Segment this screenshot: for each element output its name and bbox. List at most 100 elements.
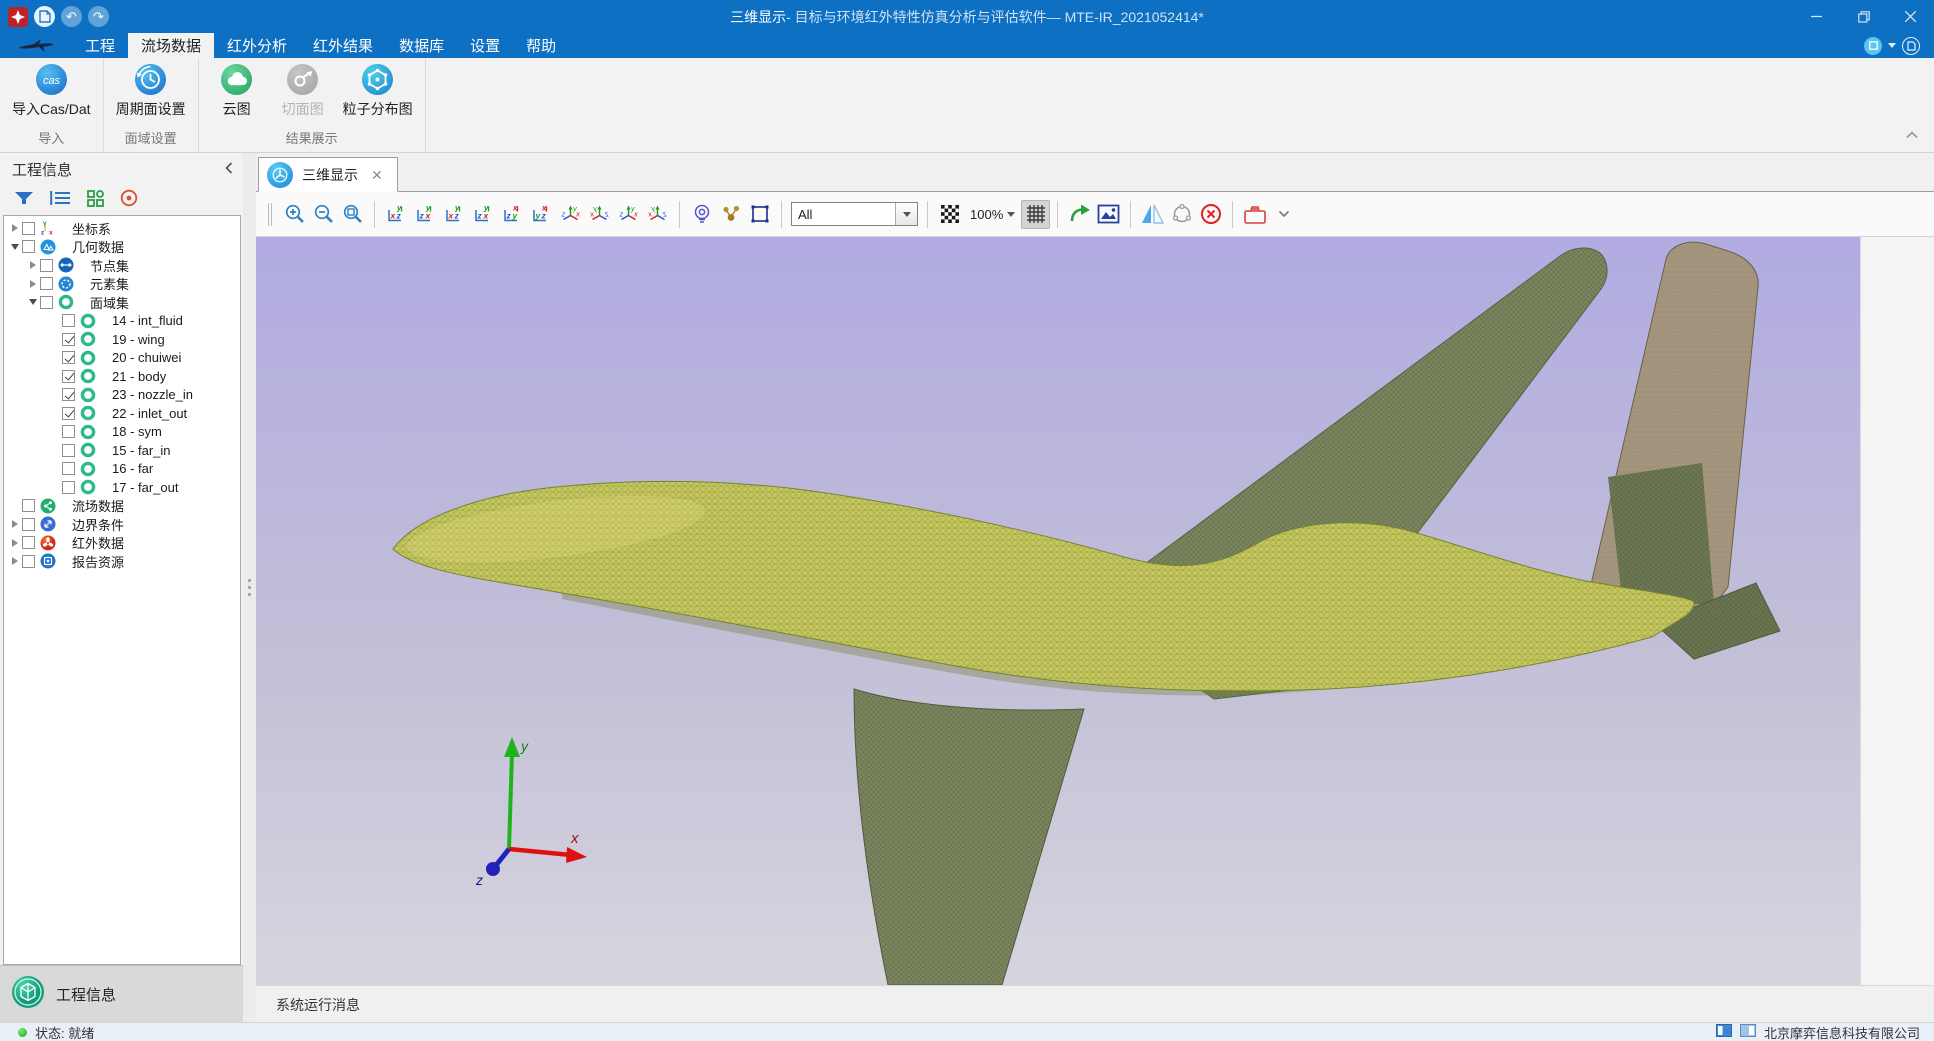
tree-checkbox[interactable]: [62, 462, 75, 475]
target-icon[interactable]: [120, 189, 138, 212]
tree-checkbox[interactable]: [40, 296, 53, 309]
tree-row[interactable]: 流场数据: [4, 497, 240, 516]
close-button[interactable]: [1887, 0, 1934, 33]
tree-row[interactable]: 红外数据: [4, 534, 240, 553]
tree-row[interactable]: 19 - wing: [4, 330, 240, 349]
toolbar-drag-handle[interactable]: [268, 203, 272, 226]
iso-2-button[interactable]: y x z: [585, 200, 614, 229]
checkerboard-button[interactable]: [935, 200, 964, 229]
tree-expand-icon[interactable]: [8, 557, 22, 565]
tree-checkbox[interactable]: [62, 333, 75, 346]
menu-tab-4[interactable]: 数据库: [386, 33, 457, 58]
zoom-fit-button[interactable]: [338, 200, 367, 229]
tree-label[interactable]: 21 - body: [112, 369, 166, 384]
combobox-dropdown-icon[interactable]: [895, 203, 917, 225]
minimize-button[interactable]: [1793, 0, 1840, 33]
tree-expand-icon[interactable]: [8, 224, 22, 232]
tree-checkbox[interactable]: [62, 407, 75, 420]
tree-checkbox[interactable]: [62, 388, 75, 401]
tab-3d-display[interactable]: 三维显示 ✕: [258, 157, 398, 192]
tree-row[interactable]: 节点集: [4, 256, 240, 275]
tree-label[interactable]: 14 - int_fluid: [112, 313, 183, 328]
ribbon-button-cloud[interactable]: 云图: [211, 64, 263, 119]
display-filter-combobox[interactable]: All: [791, 202, 918, 226]
tree-expand-icon[interactable]: [8, 244, 22, 250]
tree-row[interactable]: 几何数据: [4, 238, 240, 257]
lasso-button[interactable]: [1167, 200, 1196, 229]
grid-button[interactable]: [1021, 200, 1050, 229]
iso-4-button[interactable]: y x z: [643, 200, 672, 229]
tree-checkbox[interactable]: [62, 481, 75, 494]
help-about-button[interactable]: [1902, 37, 1920, 55]
view-back-button[interactable]: z x y: [411, 200, 440, 229]
tree-checkbox[interactable]: [62, 425, 75, 438]
tree-expand-icon[interactable]: [26, 280, 40, 288]
tree-label[interactable]: 18 - sym: [112, 424, 162, 439]
restore-button[interactable]: [1840, 0, 1887, 33]
tree-label[interactable]: 20 - chuiwei: [112, 350, 181, 365]
tree-expand-icon[interactable]: [26, 261, 40, 269]
ribbon-button-clock[interactable]: 周期面设置: [116, 64, 186, 119]
tree-checkbox[interactable]: [22, 555, 35, 568]
menu-tab-5[interactable]: 设置: [457, 33, 513, 58]
tree-expand-icon[interactable]: [26, 299, 40, 305]
mirror-button[interactable]: [1138, 200, 1167, 229]
tree-checkbox[interactable]: [40, 277, 53, 290]
tree-checkbox[interactable]: [40, 259, 53, 272]
tree-expand-icon[interactable]: [8, 539, 22, 547]
tree-row[interactable]: 报告资源: [4, 552, 240, 571]
menu-tab-3[interactable]: 红外结果: [300, 33, 386, 58]
grid-view-icon[interactable]: [87, 190, 104, 212]
tree-row[interactable]: 17 - far_out: [4, 478, 240, 497]
style-dropdown-icon[interactable]: [1888, 43, 1896, 48]
tree-expand-icon[interactable]: [8, 520, 22, 528]
tree-label[interactable]: 几何数据: [72, 237, 124, 256]
tree-row[interactable]: 20 - chuiwei: [4, 349, 240, 368]
tree-row[interactable]: 16 - far: [4, 460, 240, 479]
undo-button[interactable]: ↶: [61, 6, 82, 27]
tree-label[interactable]: 坐标系: [72, 219, 111, 238]
view-top-button[interactable]: z y x: [498, 200, 527, 229]
ribbon-button-particle[interactable]: 粒子分布图: [343, 64, 413, 119]
zoom-out-button[interactable]: [309, 200, 338, 229]
tree-row[interactable]: 23 - nozzle_in: [4, 386, 240, 405]
tree-label[interactable]: 16 - far: [112, 461, 153, 476]
menu-tab-1[interactable]: 流场数据: [128, 33, 214, 58]
tree-label[interactable]: 17 - far_out: [112, 480, 179, 495]
tree-row[interactable]: 15 - far_in: [4, 441, 240, 460]
ribbon-button-cas[interactable]: cas导入Cas/Dat: [12, 64, 91, 119]
list-view-icon[interactable]: [50, 190, 71, 211]
window-toggle-icon[interactable]: [1740, 1024, 1756, 1040]
tree-label[interactable]: 19 - wing: [112, 332, 165, 347]
toolbox-button[interactable]: [1240, 200, 1269, 229]
tree-checkbox[interactable]: [62, 314, 75, 327]
panel-collapse-icon[interactable]: [225, 161, 233, 178]
view-bottom-button[interactable]: y z x: [527, 200, 556, 229]
tree-row[interactable]: Y z x坐标系: [4, 219, 240, 238]
tree-label[interactable]: 22 - inlet_out: [112, 406, 187, 421]
tree-label[interactable]: 15 - far_in: [112, 443, 171, 458]
view-right-button[interactable]: z x y: [469, 200, 498, 229]
filter-icon[interactable]: [14, 190, 34, 211]
tree-checkbox[interactable]: [22, 536, 35, 549]
assembly-button[interactable]: [716, 200, 745, 229]
tree-checkbox[interactable]: [22, 518, 35, 531]
tree-label[interactable]: 节点集: [90, 256, 129, 275]
ribbon-collapse-icon[interactable]: [1906, 126, 1918, 144]
tree-row[interactable]: 14 - int_fluid: [4, 312, 240, 331]
tree-label[interactable]: 红外数据: [72, 533, 124, 552]
panel-splitter[interactable]: [243, 153, 256, 1022]
viewport-3d[interactable]: x y z: [256, 237, 1860, 985]
style-button[interactable]: [1864, 37, 1882, 55]
tree-row[interactable]: 22 - inlet_out: [4, 404, 240, 423]
tree-row[interactable]: 元素集: [4, 275, 240, 294]
tree-checkbox[interactable]: [22, 499, 35, 512]
iso-3-button[interactable]: y x z: [614, 200, 643, 229]
export-arrow-button[interactable]: [1065, 200, 1094, 229]
tree-checkbox[interactable]: [62, 351, 75, 364]
layout-toggle-icon[interactable]: [1716, 1024, 1732, 1040]
zoom-level-dropdown[interactable]: 100%: [964, 207, 1021, 222]
tree-checkbox[interactable]: [62, 444, 75, 457]
iso-1-button[interactable]: y x z: [556, 200, 585, 229]
snapshot-button[interactable]: [1094, 200, 1123, 229]
